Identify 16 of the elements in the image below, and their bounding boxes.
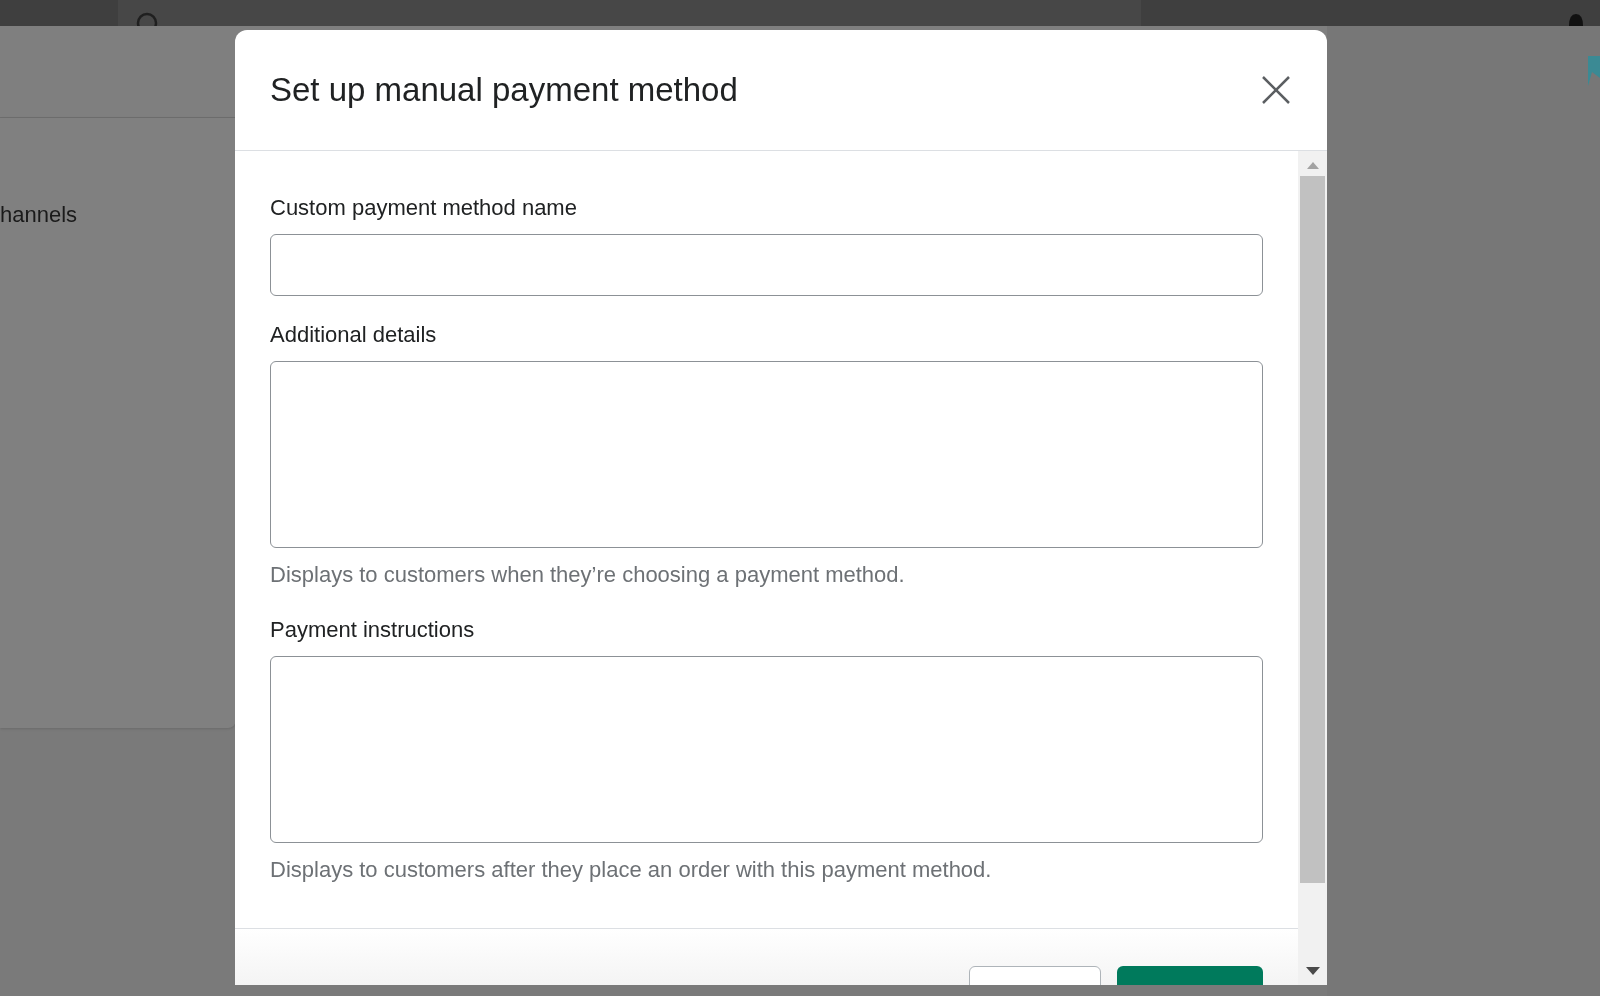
text-area[interactable]	[270, 656, 1263, 843]
card-title: hannels	[0, 201, 79, 229]
field-label: Additional details	[270, 321, 438, 349]
text-input[interactable]	[270, 234, 1263, 296]
scroll-up-icon	[1306, 161, 1319, 169]
field-label: Custom payment method name	[270, 194, 578, 222]
help-text: Displays to customers when they’re choosing a payment method.	[270, 561, 906, 589]
flag-icon	[1586, 56, 1600, 86]
modal-title: Set up manual payment method	[270, 70, 738, 111]
scrollbar-thumb[interactable]	[1300, 176, 1325, 883]
help-text: Displays to customers after they place an order with this payment method.	[270, 856, 993, 884]
field-label: Payment instructions	[270, 616, 476, 644]
scrollbar[interactable]	[1298, 151, 1327, 928]
close-icon	[1260, 74, 1292, 106]
scroll-down-icon	[1305, 967, 1320, 975]
text-area[interactable]	[270, 361, 1263, 548]
